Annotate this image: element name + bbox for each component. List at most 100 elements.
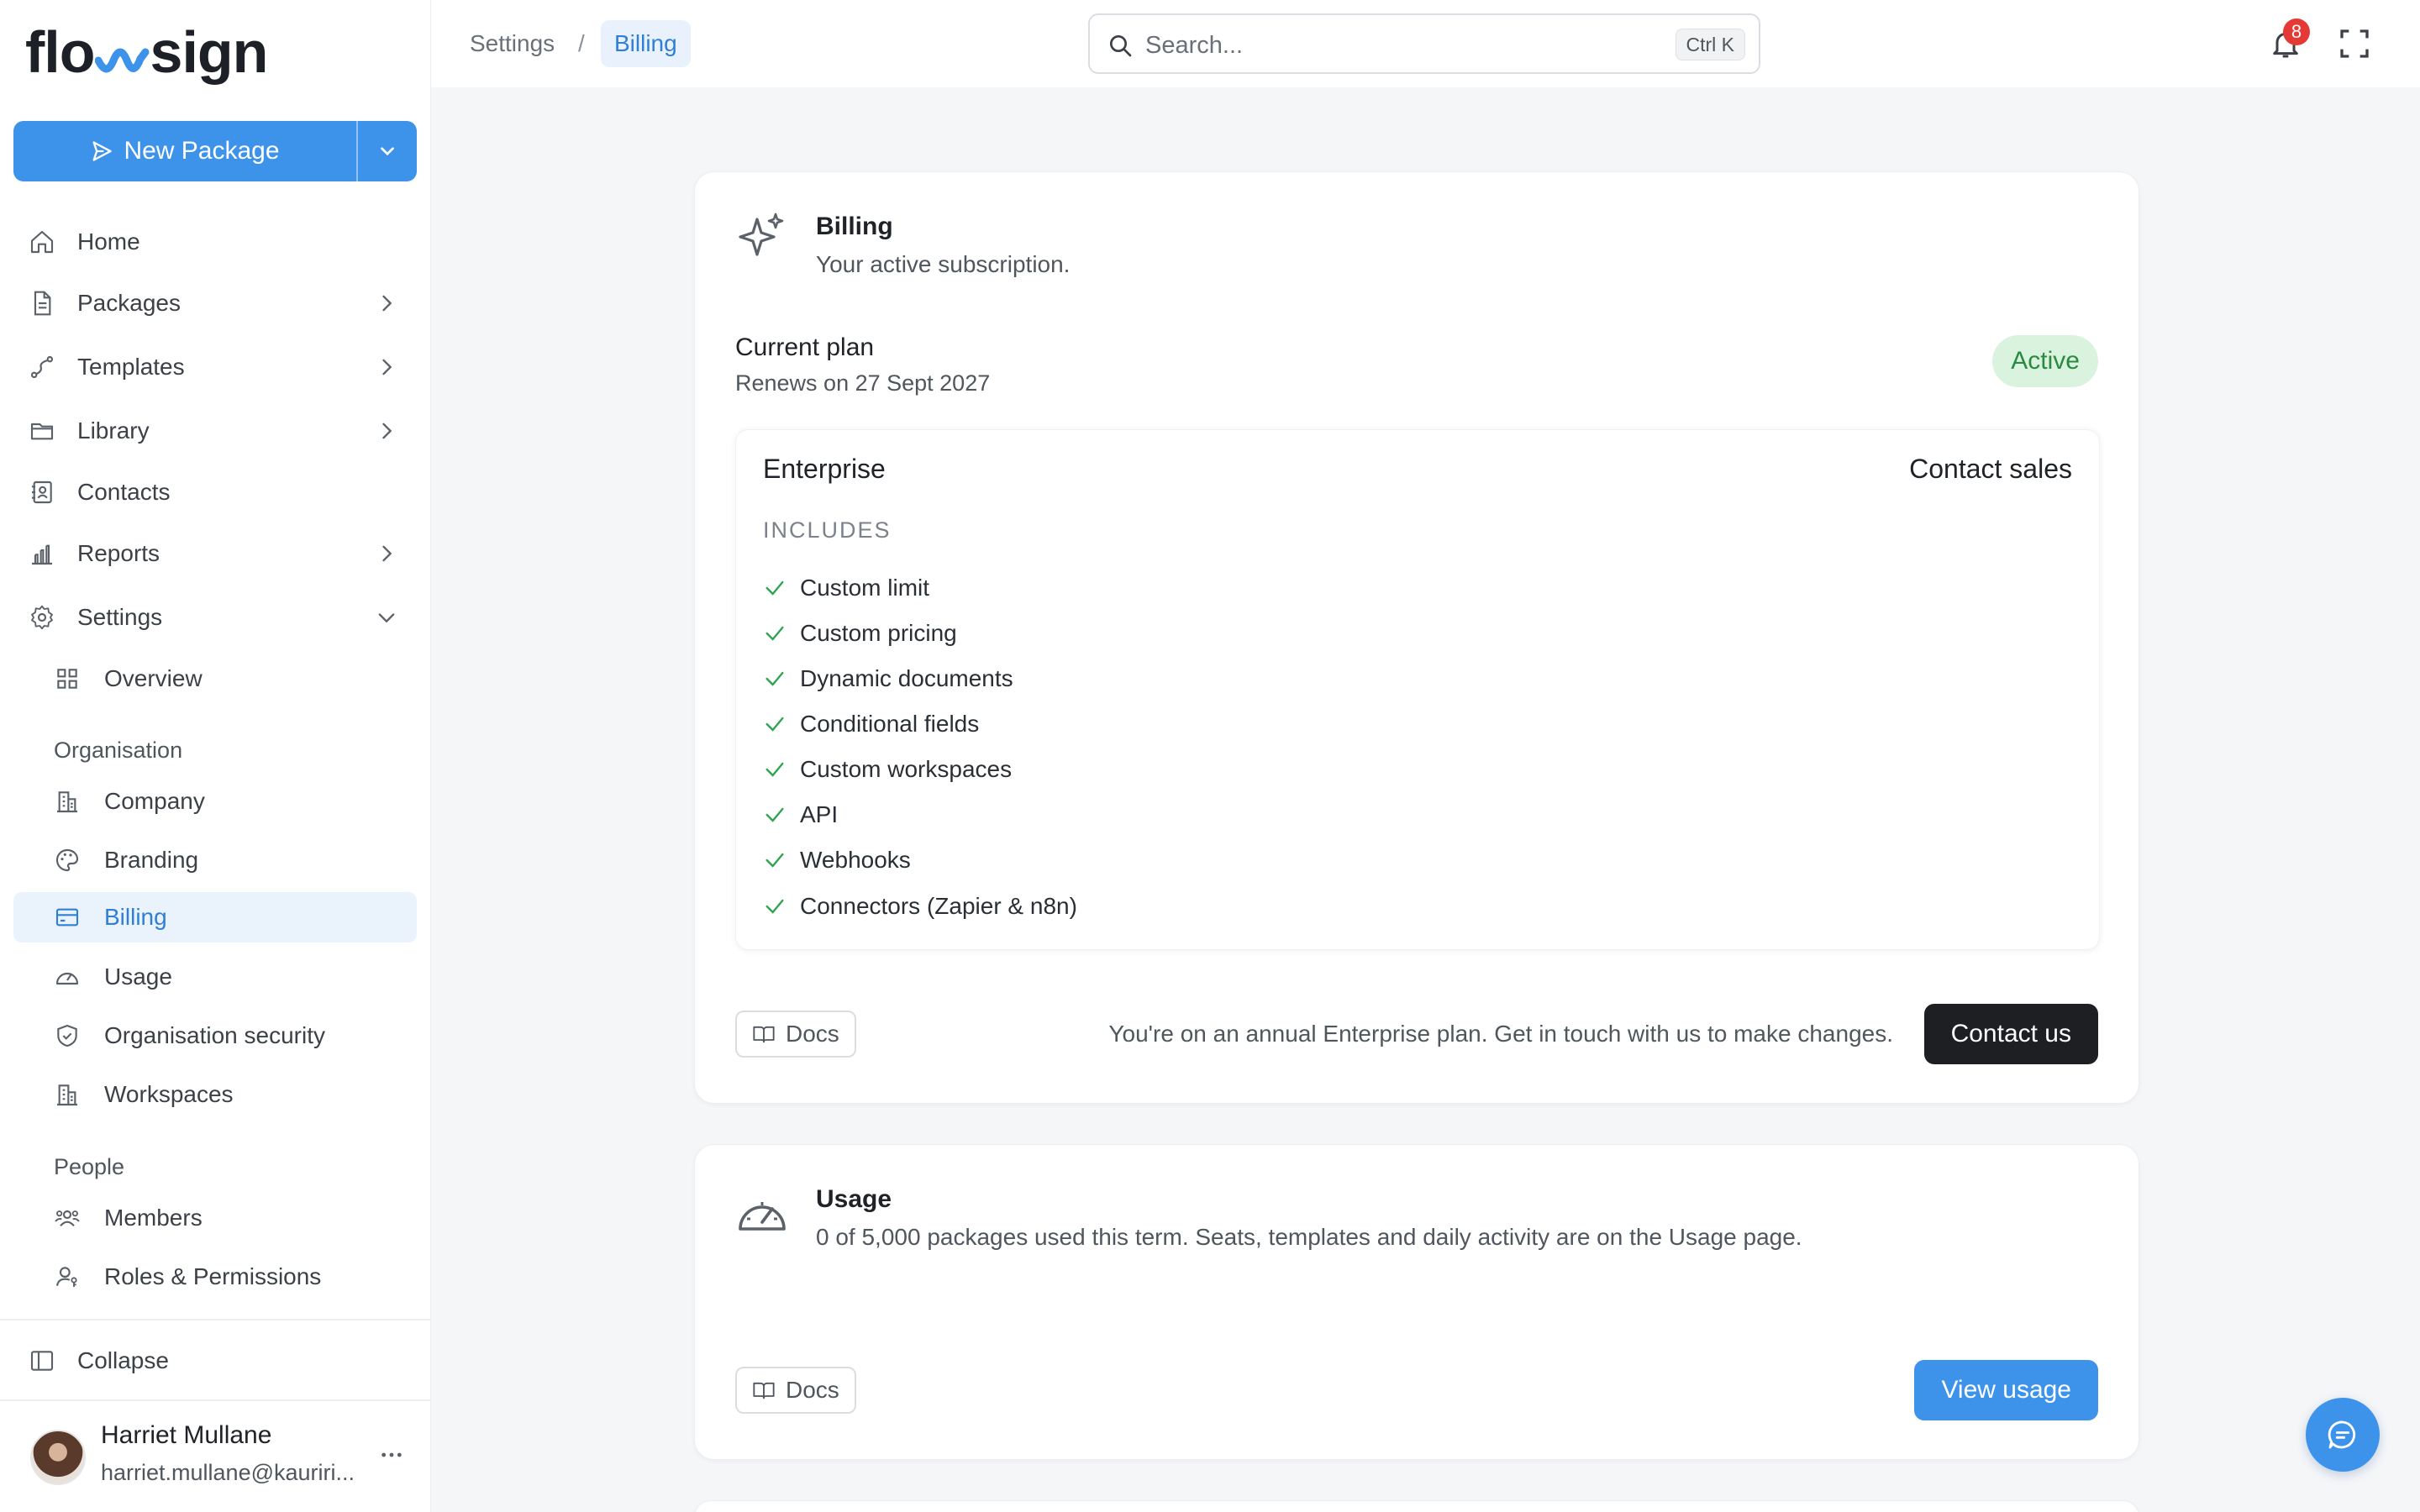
palette-icon <box>55 848 79 872</box>
building-icon <box>57 1084 77 1106</box>
sidebar-item-label: Library <box>77 417 150 444</box>
sidebar-item-overview[interactable]: Overview <box>13 654 417 704</box>
feature-label: Custom pricing <box>800 620 957 646</box>
sidebar-item-label: Organisation security <box>104 1022 326 1048</box>
chat-button[interactable] <box>2306 1398 2380 1472</box>
feature-label: API <box>800 801 839 827</box>
feature-item: Connectors (Zapier & n8n) <box>763 890 1077 923</box>
collapse-button[interactable]: Collapse <box>13 1336 417 1386</box>
breadcrumb-billing[interactable]: Billing <box>601 20 691 67</box>
user-key-icon <box>55 1267 77 1287</box>
plan-note: You're on an annual Enterprise plan. Get… <box>1108 1021 1893 1047</box>
new-package-dropdown-button[interactable] <box>356 121 417 181</box>
sidebar-item-roles-permissions[interactable]: Roles & Permissions <box>13 1252 417 1302</box>
next-card <box>694 1500 2139 1512</box>
sidebar-item-billing[interactable]: Billing <box>13 892 417 942</box>
feature-item: Custom workspaces <box>763 753 1012 786</box>
new-package-button-group: New Package <box>13 121 417 181</box>
view-usage-button[interactable]: View usage <box>1914 1360 2098 1420</box>
sidebar-item-members[interactable]: Members <box>13 1193 417 1243</box>
sidebar-item-label: Overview <box>104 665 203 691</box>
new-package-label: New Package <box>124 137 280 165</box>
sidebar-item-label: Templates <box>77 354 185 380</box>
route-icon <box>30 355 54 379</box>
feature-item: Custom limit <box>763 571 929 605</box>
feature-label: Webhooks <box>800 847 911 873</box>
check-icon <box>765 626 784 641</box>
sidebar-item-label: Roles & Permissions <box>104 1263 322 1289</box>
new-package-button[interactable]: New Package <box>13 121 356 181</box>
check-icon <box>765 671 784 686</box>
book-open-icon <box>753 1026 775 1043</box>
sidebar-item-home[interactable]: Home <box>13 217 417 267</box>
check-icon <box>765 717 784 732</box>
building-icon <box>57 791 77 813</box>
file-icon <box>34 291 51 316</box>
sidebar-item-settings[interactable]: Settings <box>13 592 417 643</box>
user-profile[interactable]: Harriet Mullane harriet.mullane@kauriri.… <box>0 1401 431 1512</box>
search-icon <box>1110 35 1132 57</box>
sidebar-item-contacts[interactable]: Contacts <box>13 467 417 517</box>
users-icon <box>55 1210 80 1227</box>
check-icon <box>765 899 784 914</box>
sidebar-item-packages[interactable]: Packages <box>13 278 417 328</box>
notification-badge: 8 <box>2283 18 2310 45</box>
shield-check-icon <box>57 1024 77 1047</box>
user-email: harriet.mullane@kauriri... <box>101 1460 355 1485</box>
avatar <box>30 1430 86 1485</box>
book-open-icon <box>753 1382 775 1399</box>
docs-label: Docs <box>786 1377 839 1403</box>
billing-docs-button[interactable]: Docs <box>735 1011 856 1058</box>
credit-card-icon <box>55 908 79 927</box>
docs-label: Docs <box>786 1021 839 1047</box>
bar-chart-icon <box>32 544 52 565</box>
feature-label: Custom limit <box>800 575 930 601</box>
check-icon <box>765 853 784 868</box>
search-input[interactable]: Search... Ctrl K <box>1088 13 1760 74</box>
sidebar-item-label: Settings <box>77 604 163 630</box>
plan-name: Enterprise <box>763 454 886 484</box>
sidebar-item-label: Branding <box>104 847 199 873</box>
send-icon <box>92 141 113 161</box>
sidebar-item-organisation-security[interactable]: Organisation security <box>13 1011 417 1061</box>
user-name: Harriet Mullane <box>101 1421 272 1449</box>
flowsign-logo[interactable]: flo sign <box>25 18 268 86</box>
chevron-right-icon <box>382 423 392 439</box>
plan-details: Enterprise Contact sales INCLUDES Custom… <box>735 429 2100 950</box>
sidebar-collapse-icon <box>30 1351 54 1371</box>
sidebar-item-workspaces[interactable]: Workspaces <box>13 1069 417 1120</box>
gear-icon <box>31 605 53 630</box>
sidebar-item-branding[interactable]: Branding <box>13 835 417 885</box>
sidebar-item-library[interactable]: Library <box>13 406 417 456</box>
gauge-icon <box>739 1202 786 1231</box>
contact-us-button[interactable]: Contact us <box>1923 1004 2098 1064</box>
billing-title: Billing <box>816 213 893 240</box>
chevron-right-icon <box>382 359 392 375</box>
chevron-right-icon <box>382 295 392 312</box>
sidebar-item-label: Company <box>104 788 205 814</box>
billing-card: Billing Your active subscription. Curren… <box>694 171 2139 1104</box>
sidebar-item-label: Billing <box>104 904 167 930</box>
collapse-label: Collapse <box>77 1347 169 1373</box>
folder-icon <box>30 423 54 440</box>
more-horizontal-icon[interactable] <box>378 1441 405 1468</box>
sidebar-item-company[interactable]: Company <box>13 776 417 827</box>
chat-bubble-icon <box>2328 1420 2356 1449</box>
sidebar-item-label: Contacts <box>77 479 171 505</box>
sidebar-item-label: Reports <box>77 540 160 566</box>
breadcrumb-settings[interactable]: Settings <box>470 20 555 67</box>
home-icon <box>30 230 54 254</box>
sidebar-item-usage[interactable]: Usage <box>13 952 417 1002</box>
fullscreen-icon[interactable] <box>2338 27 2371 60</box>
feature-item: Dynamic documents <box>763 662 1013 696</box>
sparkles-icon <box>739 213 784 256</box>
sidebar-divider <box>0 1319 431 1320</box>
logo-wave-mark <box>94 48 150 73</box>
feature-label: Conditional fields <box>800 711 980 737</box>
chevron-down-icon <box>381 147 394 156</box>
people-heading: People <box>54 1154 125 1179</box>
sidebar-item-templates[interactable]: Templates <box>13 342 417 392</box>
sidebar-item-reports[interactable]: Reports <box>13 528 417 579</box>
organisation-heading: Organisation <box>54 738 183 763</box>
usage-docs-button[interactable]: Docs <box>735 1367 856 1414</box>
